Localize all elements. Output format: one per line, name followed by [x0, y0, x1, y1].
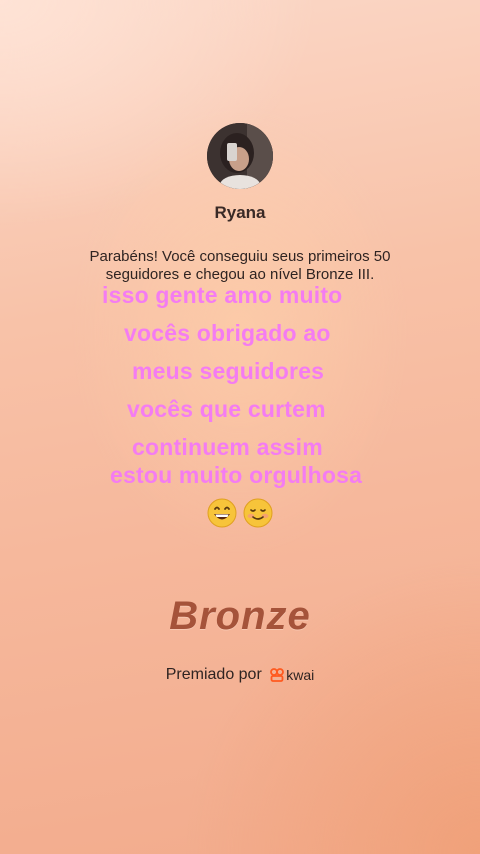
- overlay-text-line-5: continuem assim: [132, 434, 323, 460]
- grinning-face-emoji: [207, 498, 237, 528]
- overlay-text-line-1: isso gente amo muito: [102, 282, 343, 308]
- avatar[interactable]: [207, 123, 273, 189]
- congratulations-message: Parabéns! Você conseguiu seus primeiros …: [70, 248, 410, 284]
- profile-name: Ryana: [214, 203, 266, 222]
- award-screen: { "profile": { "name": "Ryana", "avatar_…: [0, 0, 480, 854]
- awarded-by-footer: Premiado por kwai: [0, 666, 480, 684]
- kwai-brand[interactable]: kwai: [270, 667, 314, 683]
- message-line-1: Parabéns! Você conseguiu seus primeiros …: [89, 248, 391, 265]
- badge-level-title: Bronze: [169, 594, 311, 638]
- overlay-text-line-4: vocês que curtem: [127, 396, 326, 422]
- emoji-row: [0, 498, 480, 534]
- overlay-text-line-2: vocês obrigado ao: [124, 320, 331, 346]
- kwai-logo-icon: [270, 667, 285, 682]
- overlay-text-line-3: meus seguidores: [132, 358, 325, 384]
- kwai-brand-name: kwai: [286, 666, 315, 683]
- overlay-text-line-6: estou muito orgulhosa: [110, 462, 363, 488]
- smiling-face-emoji: [243, 498, 273, 528]
- awarded-by-label: Premiado por: [165, 666, 262, 683]
- user-avatar-photo: [207, 123, 273, 189]
